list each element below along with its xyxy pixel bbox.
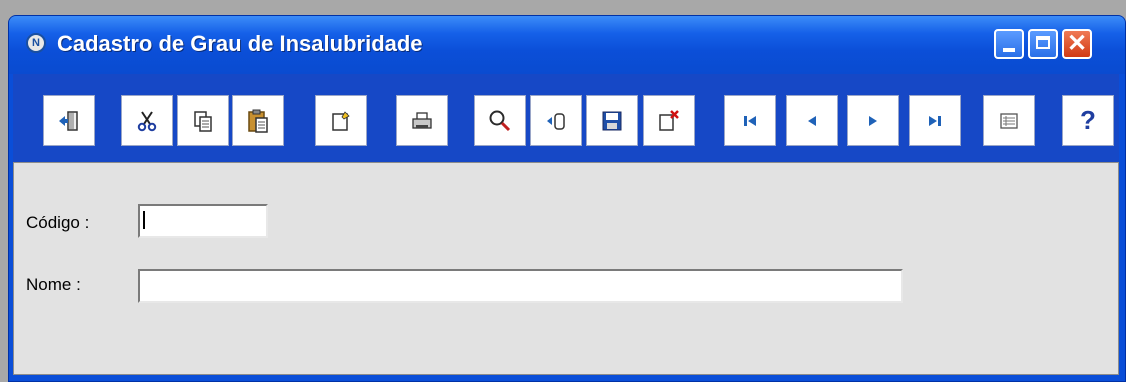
list-view-button[interactable] [983, 95, 1035, 146]
nome-input[interactable] [138, 269, 903, 303]
help-icon: ? [1080, 105, 1096, 135]
minimize-button[interactable] [994, 29, 1024, 59]
search-button[interactable] [474, 95, 526, 146]
insert-record-button[interactable] [530, 95, 582, 146]
help-button[interactable]: ? [1062, 95, 1114, 146]
application-window: N Cadastro de Grau de Insalubridade ✕ ? … [8, 15, 1126, 382]
save-button[interactable] [586, 95, 638, 146]
close-icon: ✕ [1067, 30, 1088, 57]
nome-label: Nome : [26, 275, 81, 294]
codigo-label: Código : [26, 213, 90, 232]
copy-icon [194, 110, 212, 132]
cut-button[interactable] [121, 95, 173, 146]
last-record-icon [929, 115, 941, 126]
copy-button[interactable] [177, 95, 229, 146]
exit-door-icon [59, 110, 78, 131]
window-title: Cadastro de Grau de Insalubridade [57, 31, 423, 56]
text-caret [143, 211, 145, 229]
toolbar: ? [13, 74, 1119, 162]
paste-button[interactable] [232, 95, 284, 146]
scissors-icon [137, 110, 157, 131]
printer-icon [412, 111, 432, 129]
form-area: Código : Nome : [13, 162, 1119, 375]
first-record-icon [744, 115, 756, 126]
magnifier-icon [489, 110, 511, 131]
maximize-button[interactable] [1028, 29, 1058, 59]
next-record-button[interactable] [847, 95, 899, 146]
close-button[interactable]: ✕ [1062, 29, 1092, 59]
table-view-icon [1000, 112, 1018, 129]
print-button[interactable] [396, 95, 448, 146]
next-record-icon [869, 115, 877, 126]
floppy-disk-icon [602, 111, 622, 130]
title-bar[interactable]: N Cadastro de Grau de Insalubridade ✕ [9, 16, 1125, 74]
delete-record-button[interactable] [643, 95, 695, 146]
maximize-icon [1036, 36, 1050, 49]
last-record-button[interactable] [909, 95, 961, 146]
insert-record-icon [547, 112, 565, 130]
first-record-button[interactable] [724, 95, 776, 146]
new-record-button[interactable] [315, 95, 367, 146]
codigo-input[interactable] [138, 204, 268, 238]
exit-button[interactable] [43, 95, 95, 146]
delete-record-icon [659, 109, 679, 131]
paste-icon [248, 109, 268, 133]
app-icon-letter: N [32, 37, 40, 49]
minimize-icon [1003, 48, 1015, 52]
app-icon[interactable]: N [26, 33, 46, 53]
previous-record-button[interactable] [786, 95, 838, 146]
previous-record-icon [808, 115, 816, 126]
new-record-icon [332, 110, 350, 131]
